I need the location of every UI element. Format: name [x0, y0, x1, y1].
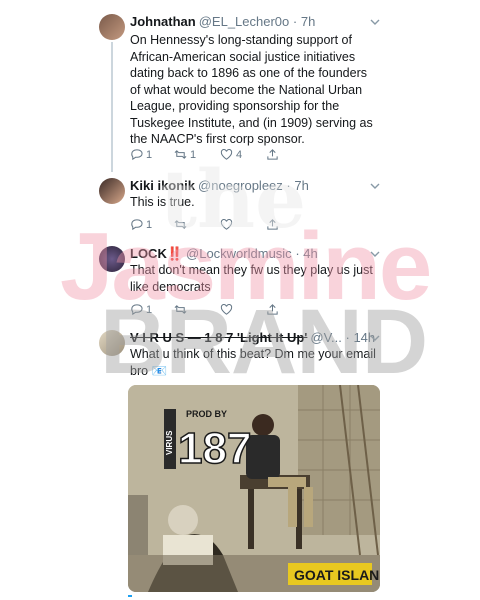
author-name[interactable]: LOCK‼️: [130, 246, 183, 261]
like-icon: [220, 303, 233, 315]
author-handle[interactable]: @noegroplеez: [198, 178, 283, 193]
author-handle[interactable]: @V...: [310, 330, 342, 345]
retweet-action[interactable]: [174, 303, 187, 316]
tweet-text: What u think of this beat? Dm me your em…: [130, 347, 376, 378]
author-name[interactable]: V I R U S — 1 8 7 'Light It Up': [130, 330, 307, 345]
album-title: GOAT ISLAND: [294, 567, 380, 583]
avatar[interactable]: [99, 14, 125, 40]
producer-side-text: VIRUS: [165, 430, 174, 455]
chevron-down-icon[interactable]: [370, 249, 380, 259]
tweet-actions: 1: [130, 303, 290, 317]
reply-count: 1: [146, 148, 153, 161]
like-icon: [220, 148, 233, 160]
share-action[interactable]: [266, 303, 279, 316]
tweet-time[interactable]: · 7h: [293, 14, 315, 29]
retweet-icon: [174, 305, 187, 314]
share-action[interactable]: [266, 148, 279, 161]
reply-count: 1: [146, 303, 153, 316]
author-name[interactable]: Kiki ikonik: [130, 178, 195, 193]
chevron-down-icon[interactable]: [370, 17, 380, 27]
prod-by-label: PROD BY: [186, 409, 227, 419]
reply-icon: [131, 219, 143, 231]
tweet-header: LOCK‼️ @Lockworldmusic · 4h: [130, 246, 318, 262]
reply-action[interactable]: 1: [130, 303, 152, 316]
avatar[interactable]: [99, 246, 125, 272]
reply-count: 1: [146, 218, 153, 231]
like-count: 4: [236, 148, 243, 161]
retweet-action[interactable]: 1: [174, 148, 196, 161]
retweet-action[interactable]: [174, 218, 187, 231]
tweet-header: Kiki ikonik @noegroplеez · 7h: [130, 178, 309, 194]
share-icon: [267, 219, 278, 230]
tweet-header: V I R U S — 1 8 7 'Light It Up' @V... · 1…: [130, 330, 375, 346]
tweet-text: That don't mean they fw us they play us …: [130, 263, 373, 294]
tweet-media-image[interactable]: PROD BY 187 VIRUS GOAT ISLAND: [128, 385, 380, 592]
tweet-text: On Hennessy's long-standing support of A…: [130, 33, 373, 146]
reply-action[interactable]: 1: [130, 148, 152, 161]
share-icon: [267, 304, 278, 315]
album-cover-art: PROD BY 187 VIRUS GOAT ISLAND: [128, 385, 380, 592]
reply-action[interactable]: 1: [130, 218, 152, 231]
tweet-time[interactable]: · 7h: [286, 178, 308, 193]
like-action[interactable]: [220, 303, 233, 316]
avatar[interactable]: [99, 330, 125, 356]
tweet-time[interactable]: · 4h: [295, 246, 317, 261]
like-icon: [220, 218, 233, 230]
media-progress-indicator: [128, 595, 132, 597]
chevron-down-icon[interactable]: [370, 333, 380, 343]
tweet-actions: 1 1 4: [130, 148, 290, 162]
chevron-down-icon[interactable]: [370, 181, 380, 191]
author-handle[interactable]: @Lockworldmusic: [186, 246, 292, 261]
tweet-header: Johnathan @EL_Lecher0o · 7h: [130, 14, 315, 30]
reply-icon: [131, 149, 143, 161]
tweet-actions: 1: [130, 218, 290, 232]
share-action[interactable]: [266, 218, 279, 231]
share-icon: [267, 149, 278, 160]
like-action[interactable]: 4: [220, 148, 242, 161]
retweet-icon: [174, 150, 187, 159]
thread-connector: [111, 42, 113, 172]
like-action[interactable]: [220, 218, 233, 231]
author-handle[interactable]: @EL_Lecher0o: [199, 14, 290, 29]
avatar[interactable]: [99, 178, 125, 204]
tweet-text: This is true.: [130, 195, 195, 209]
retweet-count: 1: [190, 148, 197, 161]
retweet-icon: [174, 220, 187, 229]
author-name[interactable]: Johnathan: [130, 14, 196, 29]
reply-icon: [131, 304, 143, 316]
beat-number: 187: [178, 424, 251, 473]
